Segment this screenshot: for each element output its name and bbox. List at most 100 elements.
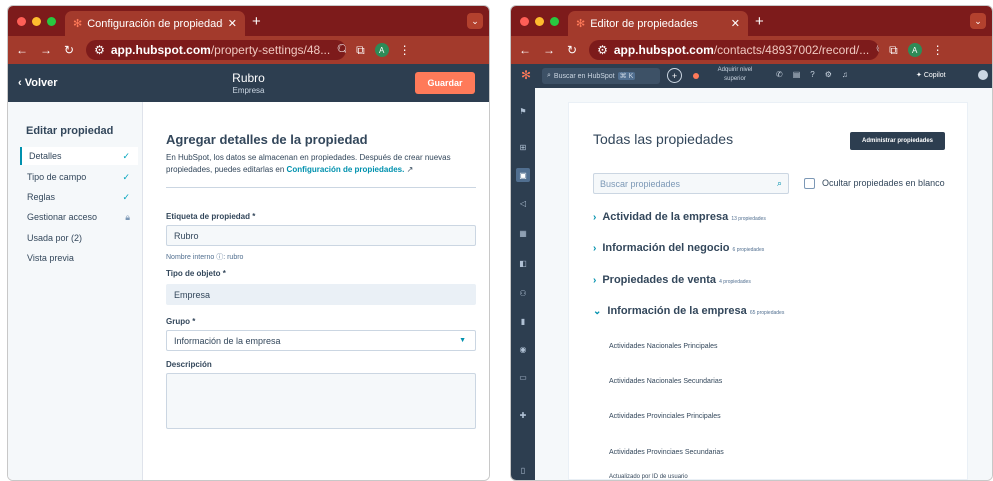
details-form: Agregar detalles de la propiedad En HubS… [166,102,477,480]
zoom-icon[interactable]: 🔍︎ [875,43,879,57]
window-controls [520,17,559,26]
profile-avatar[interactable]: A [374,43,389,57]
url-path: /contacts/48937002/record/... [713,43,870,57]
section-propiedades-venta[interactable]: › Propiedades de venta 4 propiedades [593,274,751,286]
tab-property-editor[interactable]: ✻ Editor de propiedades ✕ [568,11,748,36]
sidebar-item-reglas[interactable]: Reglas ✓ [20,188,138,206]
create-plus-icon[interactable]: + [667,68,682,83]
site-settings-icon[interactable]: ⚙ [94,43,105,57]
reload-icon[interactable]: ↻ [567,43,577,57]
tab-menu-chevron-icon[interactable]: ⌄ [467,13,483,29]
help-icon[interactable]: ? [810,70,814,79]
window-controls [17,17,56,26]
maximize-window-button[interactable] [47,17,56,26]
left-nav-rail: ⚑ ⊞ ▣ ◁ ▦ ◧ ⚇ ▮ ◉ ▭ ✚ ▯ [511,88,535,480]
marketplace-icon[interactable]: ▤ [793,70,801,79]
sidebar-item-usada-por[interactable]: Usada por (2) [20,229,138,247]
notifications-bell-icon[interactable]: ♫ [842,70,848,79]
check-icon: ✓ [122,191,130,202]
property-item[interactable]: Actividades Nacionales Secundarias [609,378,722,385]
copilot-button[interactable]: ✦ Copilot [916,71,946,79]
collapse-icon[interactable]: ▯ [518,465,528,475]
property-item[interactable]: Actividades Nacionales Principales [609,343,718,350]
browser-menu-icon[interactable]: ⋮ [399,43,411,57]
back-arrow-icon[interactable]: ← [519,43,531,57]
reports-icon[interactable]: ▮ [518,316,528,326]
sidebar-item-detalles[interactable]: Detalles ✓ [20,147,138,165]
site-settings-icon[interactable]: ⚙ [597,43,608,57]
check-icon: ✓ [122,171,130,182]
all-properties-card: Todas las propiedades Administrar propie… [568,102,968,480]
tab-property-settings[interactable]: ✻ Configuración de propiedade ✕ [65,11,245,36]
search-icon: ⌕ [547,72,551,79]
save-button[interactable]: Guardar [415,72,475,94]
sidebar-item-gestionar-acceso[interactable]: Gestionar acceso 🔒︎ [20,208,138,226]
minimize-window-button[interactable] [32,17,41,26]
library-icon[interactable]: ▭ [518,372,528,382]
url-field[interactable]: ⚙ app.hubspot.com/property-settings/48..… [86,40,347,60]
editor-sidebar: Editar propiedad Detalles ✓ Tipo de campo… [8,102,143,480]
forward-arrow-icon[interactable]: → [40,43,52,57]
property-settings-link[interactable]: Configuración de propiedades. [287,165,405,174]
zoom-icon[interactable]: 🔍︎ [336,43,346,57]
bookmark-icon[interactable]: ⚑ [518,106,528,116]
property-item[interactable]: Actualizado por ID de usuario [609,474,688,480]
chevron-right-icon: › [593,243,597,254]
chevron-right-icon: › [593,212,597,223]
global-search-input[interactable]: ⌕ Buscar en HubSpot ⌘ K [542,68,660,84]
description-textarea[interactable] [166,373,476,429]
property-label-input[interactable]: Rubro [166,225,476,246]
automation-icon[interactable]: ⚇ [518,288,528,298]
hide-blank-checkbox[interactable] [804,178,815,189]
hubspot-logo-icon[interactable]: ✻ [521,68,531,82]
close-window-button[interactable] [520,17,529,26]
maximize-window-button[interactable] [550,17,559,26]
minimize-window-button[interactable] [535,17,544,26]
check-icon: ✓ [122,150,130,161]
close-tab-icon[interactable]: ✕ [731,17,740,30]
service-icon[interactable]: ◧ [518,258,528,268]
description-label: Descripción [166,360,212,369]
content-icon[interactable]: ▦ [518,228,528,238]
settings-gear-icon[interactable]: ⚙ [825,70,832,79]
chevron-right-icon: › [593,275,597,286]
close-tab-icon[interactable]: ✕ [228,17,237,30]
crm-icon[interactable]: ▣ [516,168,530,182]
reload-icon[interactable]: ↻ [64,43,74,57]
sidebar-item-vista-previa[interactable]: Vista previa [20,249,138,267]
group-select[interactable]: Información de la empresa ▼ [166,330,476,351]
new-tab-icon[interactable]: + [252,13,261,30]
property-item[interactable]: Actividades Provinciales Principales [609,413,721,420]
back-arrow-icon[interactable]: ← [16,43,28,57]
upgrade-link[interactable]: Adquirir nivel superior [705,66,765,84]
close-window-button[interactable] [17,17,26,26]
extensions-icon[interactable]: ⧉ [356,43,365,58]
profile-avatar[interactable]: A [907,43,922,57]
forward-arrow-icon[interactable]: → [543,43,555,57]
marketing-icon[interactable]: ◁ [518,198,528,208]
data-icon[interactable]: ◉ [518,344,528,354]
url-path: /property-settings/48... [210,43,331,57]
property-search-input[interactable]: Buscar propiedades ⌕ [593,173,789,194]
object-type-label: Tipo de objeto * [166,269,226,278]
section-informacion-empresa[interactable]: ⌄ Información de la empresa 65 propiedade… [593,305,784,317]
extensions-icon[interactable]: ⧉ [889,43,898,58]
workspaces-icon[interactable]: ⊞ [518,142,528,152]
hide-blank-label: Ocultar propiedades en blanco [822,178,945,188]
property-item[interactable]: Actividades Provinciaes Secundarias [609,449,724,456]
search-icon: ⌕ [776,178,782,188]
url-field[interactable]: ⚙ app.hubspot.com/contacts/48937002/reco… [589,40,880,60]
sidebar-item-tipo-de-campo[interactable]: Tipo de campo ✓ [20,168,138,186]
external-link-icon[interactable]: ↗ [407,165,414,174]
section-informacion-negocio[interactable]: › Información del negocio 6 propiedades [593,242,764,254]
manage-properties-button[interactable]: Administrar propiedades [850,132,945,150]
browser-menu-icon[interactable]: ⋮ [932,43,944,57]
chevron-down-icon: ▼ [459,337,466,344]
account-avatar[interactable] [978,70,988,80]
hubspot-favicon-icon: ✻ [576,18,586,30]
new-tab-icon[interactable]: + [755,13,764,30]
pin-icon[interactable]: ✚ [518,410,528,420]
tab-menu-chevron-icon[interactable]: ⌄ [970,13,986,29]
section-actividad-empresa[interactable]: › Actividad de la empresa 13 propiedades [593,211,766,223]
phone-icon[interactable]: ✆ [776,70,783,79]
